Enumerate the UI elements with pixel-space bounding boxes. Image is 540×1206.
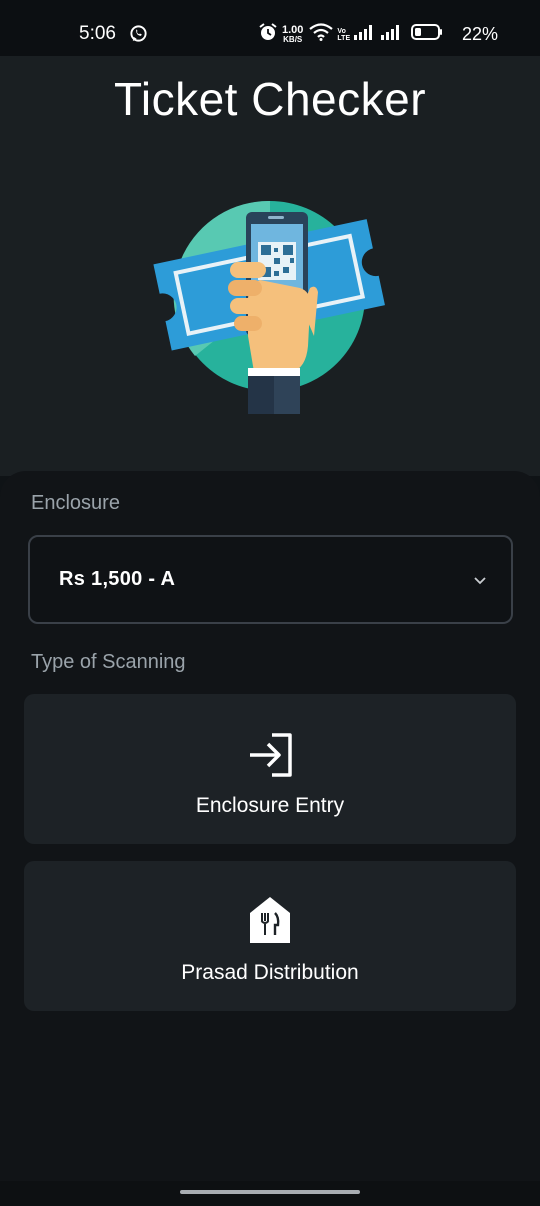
chevron-down-icon bbox=[473, 573, 487, 591]
scanning-type-label: Type of Scanning bbox=[31, 651, 186, 673]
prasad-distribution-button[interactable]: Prasad Distribution bbox=[24, 861, 516, 1011]
status-icons: 1.00 KB/S Vo LTE bbox=[258, 22, 443, 47]
enclosure-entry-label: Enclosure Entry bbox=[195, 794, 345, 817]
whatsapp-icon bbox=[129, 24, 148, 48]
page-title: Ticket Checker bbox=[113, 73, 427, 125]
enclosure-entry-button[interactable]: Enclosure Entry bbox=[24, 694, 516, 844]
volte-top: Vo bbox=[337, 27, 346, 35]
enclosure-label: Enclosure bbox=[31, 492, 120, 514]
volte-bottom: LTE bbox=[337, 34, 351, 42]
enclosure-dropdown[interactable]: Rs 1,500 - A bbox=[28, 535, 513, 624]
wifi-icon bbox=[309, 23, 334, 46]
battery-percentage: 22% bbox=[462, 24, 499, 44]
home-gesture-handle[interactable] bbox=[180, 1190, 360, 1194]
status-time: 5:06 bbox=[79, 23, 116, 44]
network-speed: 1.00 KB/S bbox=[282, 25, 303, 44]
status-bar: 5:06 1.00 KB/S Vo LTE 22% bbox=[0, 0, 540, 56]
alarm-icon bbox=[258, 22, 278, 47]
enclosure-selected-value: Rs 1,500 - A bbox=[59, 568, 176, 590]
login-icon bbox=[244, 730, 296, 780]
signal-icon-sim2 bbox=[381, 24, 403, 45]
prasad-distribution-label: Prasad Distribution bbox=[181, 961, 359, 984]
net-speed-unit: KB/S bbox=[283, 35, 303, 44]
food-house-icon bbox=[244, 895, 296, 945]
battery-icon bbox=[411, 24, 443, 45]
volte-indicator: Vo LTE bbox=[337, 28, 350, 42]
signal-icon-sim1 bbox=[354, 24, 376, 45]
ticket-scan-illustration bbox=[150, 196, 390, 416]
